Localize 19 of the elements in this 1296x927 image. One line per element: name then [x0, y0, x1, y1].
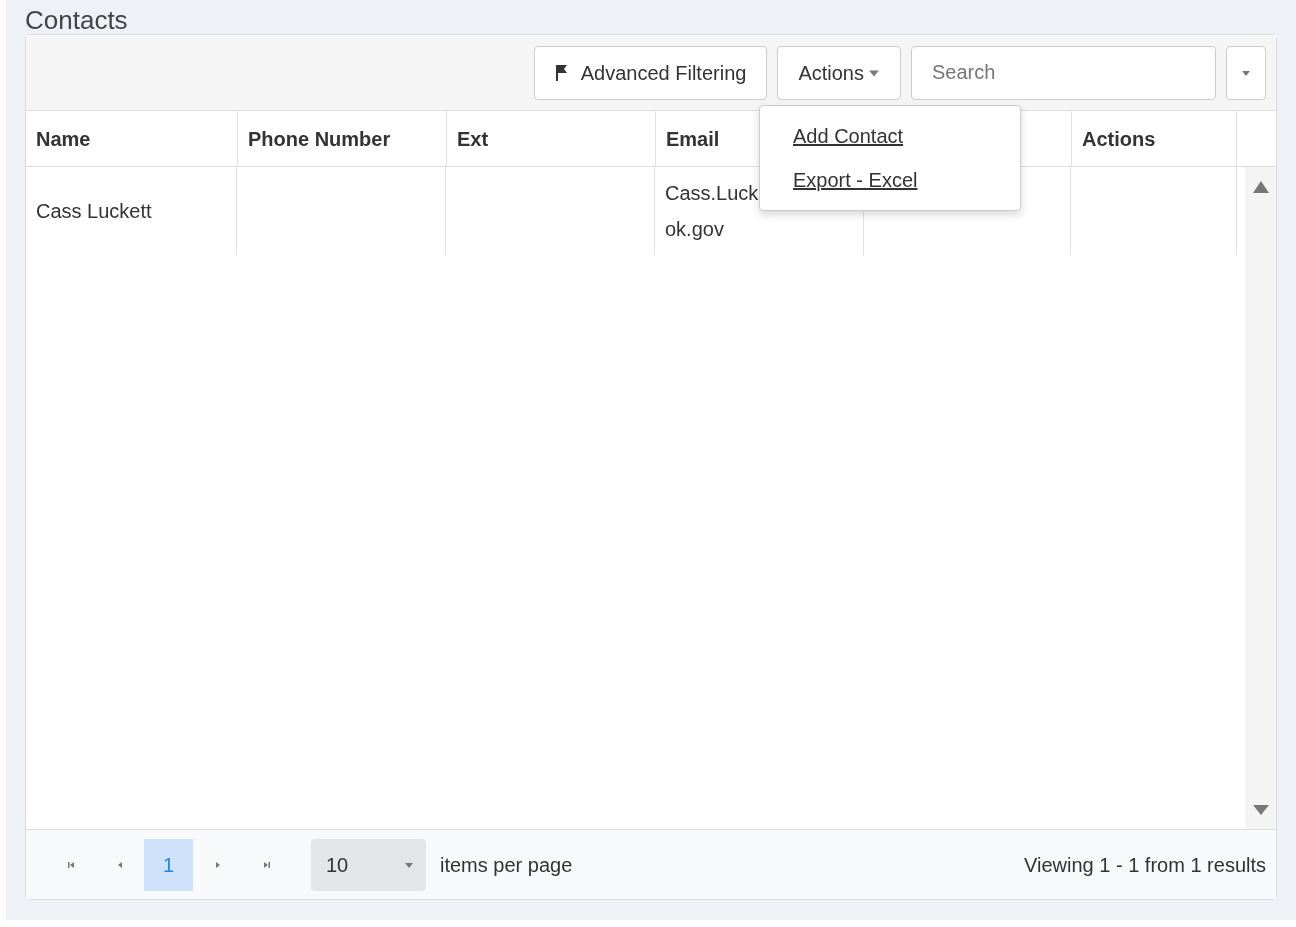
column-header: Ext [446, 111, 655, 166]
column-header: Phone Number [237, 111, 446, 166]
page-size-select[interactable]: 10 [311, 838, 426, 891]
flag-icon [554, 63, 569, 82]
scrollbar[interactable] [1245, 167, 1276, 829]
page-title: Contacts [25, 4, 129, 34]
last-page-icon [261, 859, 272, 870]
dropdown-button[interactable] [1226, 45, 1266, 100]
table-cell-text: Cass Luckett [36, 199, 152, 224]
page-size-label: items per page [440, 852, 573, 878]
advanced-filter-button[interactable]: Advanced Filtering [533, 45, 768, 100]
first-page-icon [65, 859, 76, 870]
column-header: Actions [1071, 111, 1237, 166]
table-cell-text: ok.gov [665, 217, 724, 242]
column-header: Name [35, 126, 92, 152]
results-summary: Viewing 1 - 1 from 1 results [1024, 852, 1266, 878]
search-field[interactable]: Search [911, 45, 1216, 100]
table-cell-text: Cass.Luck [665, 181, 759, 206]
actions-button[interactable]: Actions [777, 45, 901, 100]
